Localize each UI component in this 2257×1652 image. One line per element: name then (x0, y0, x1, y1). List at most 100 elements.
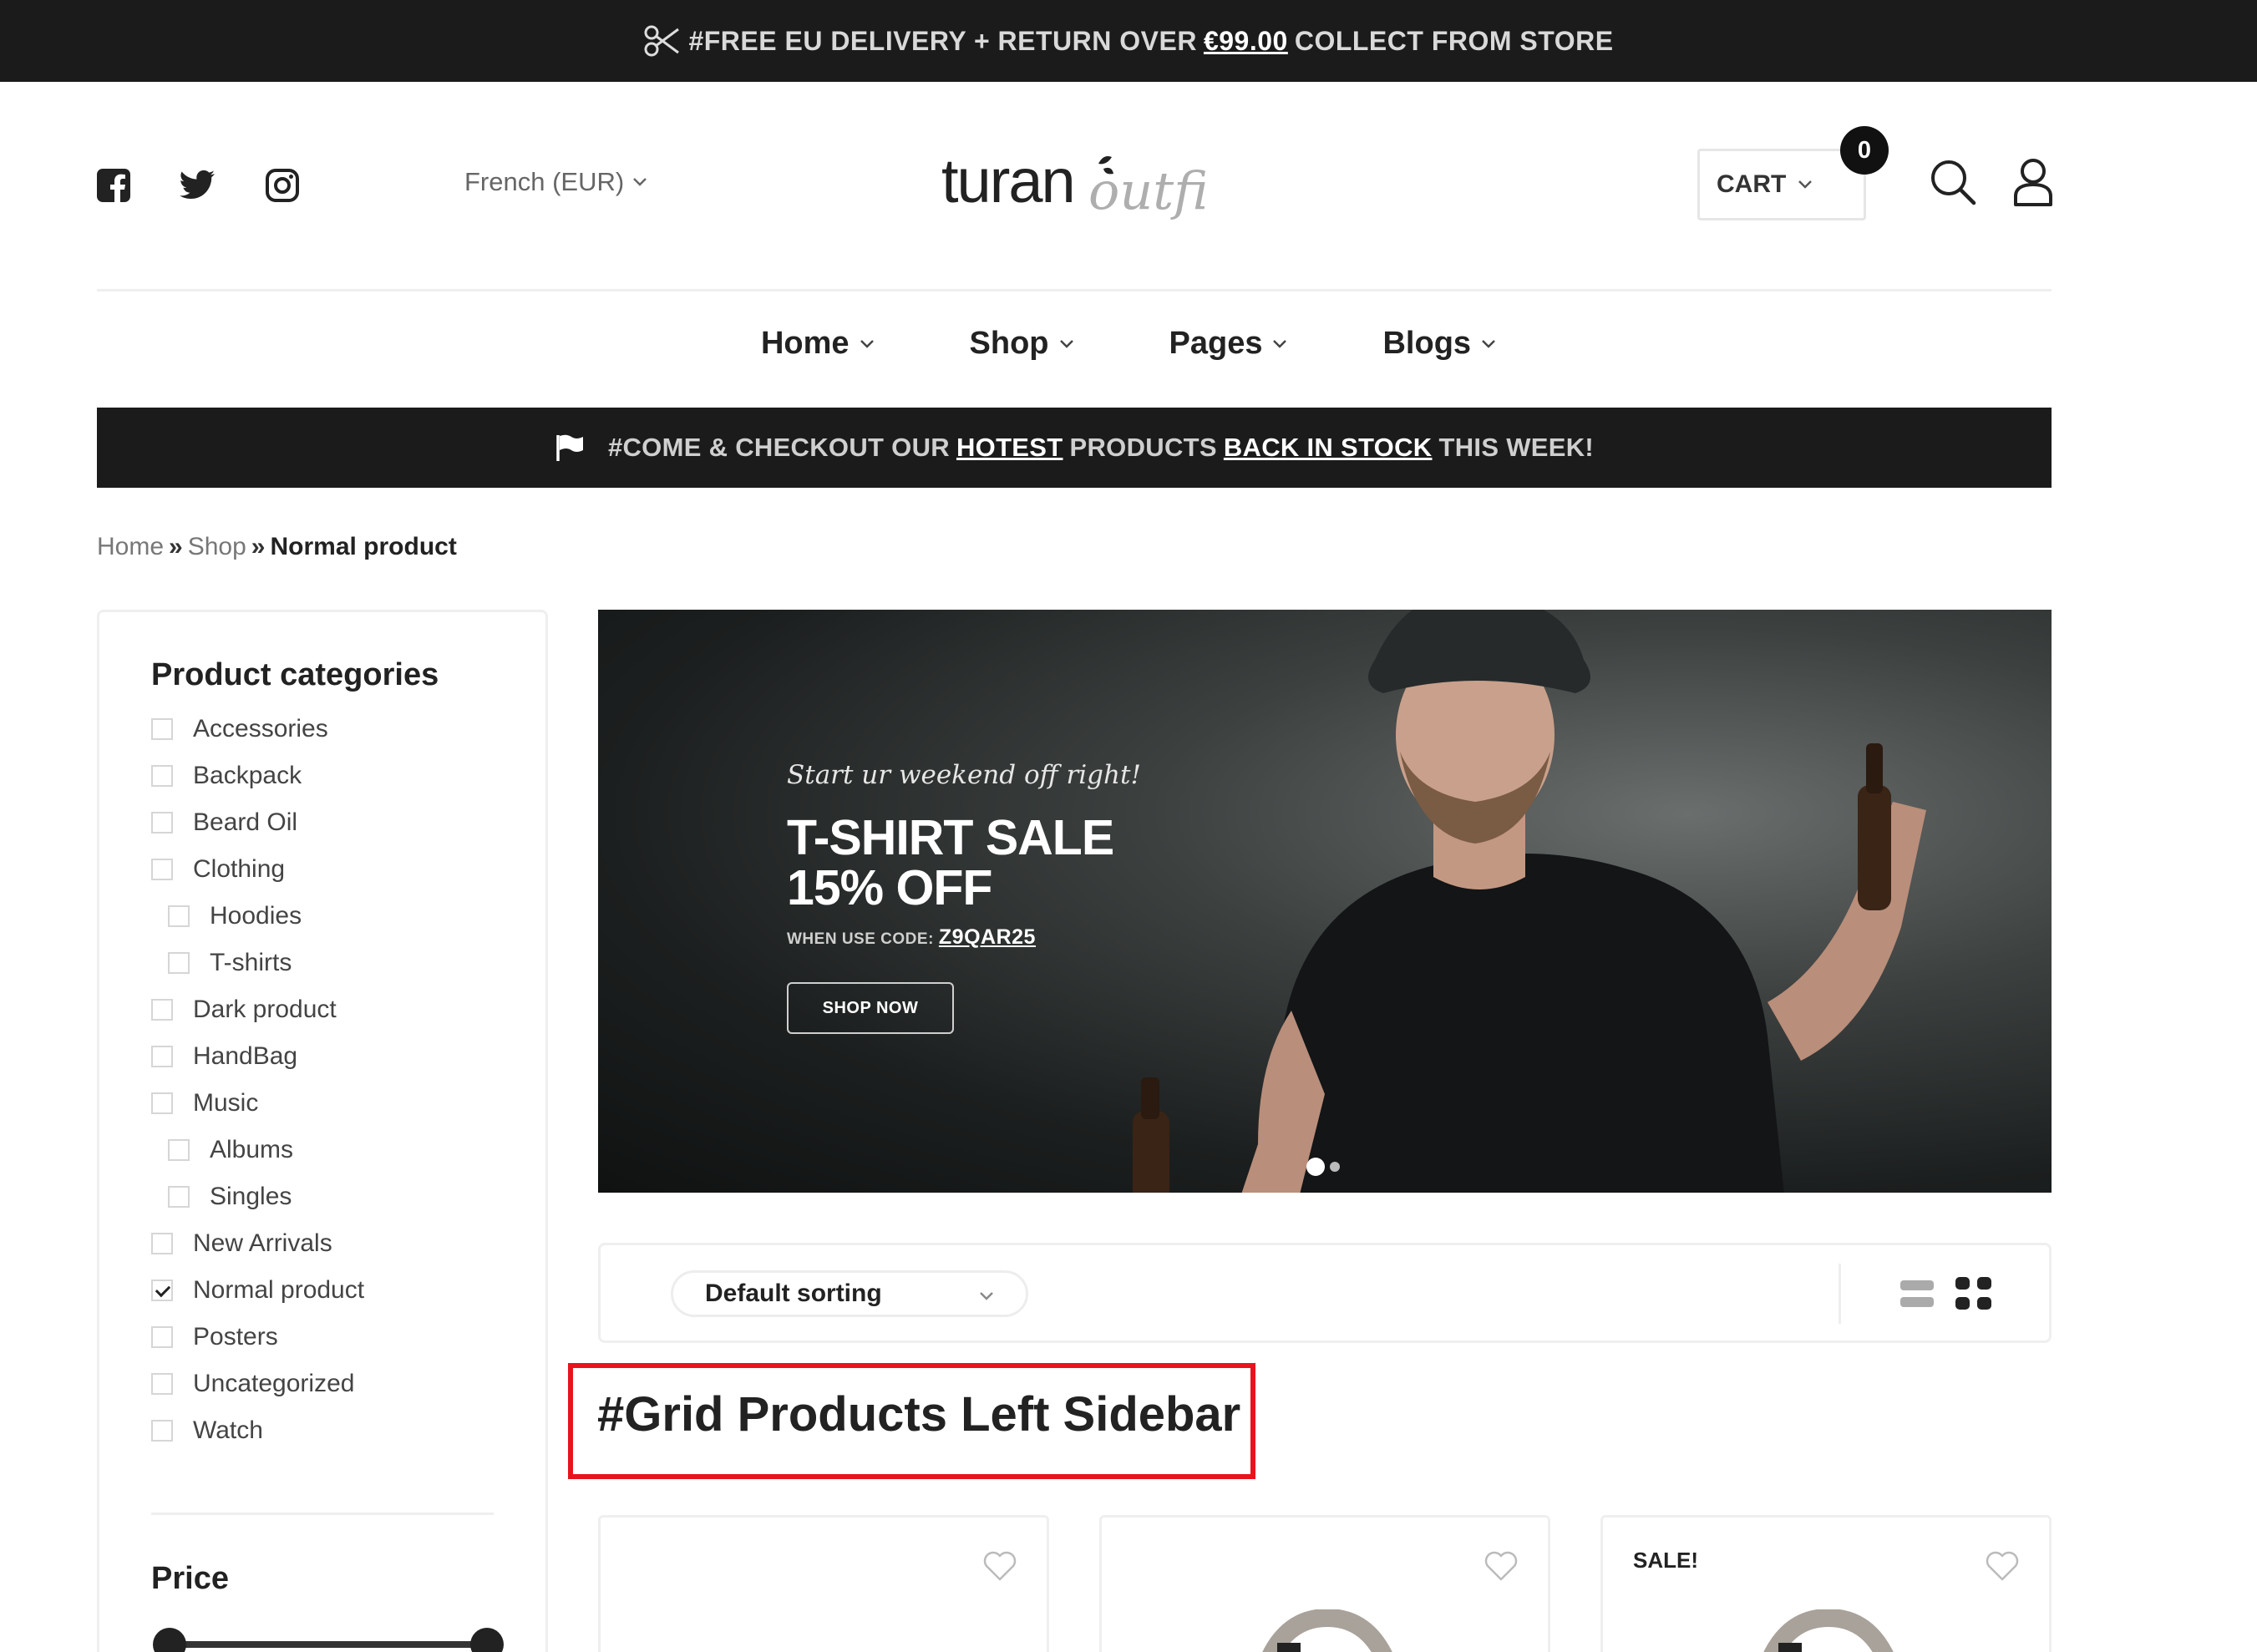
category-item[interactable]: Uncategorized (151, 1361, 364, 1407)
breadcrumb-link-shop[interactable]: Shop (188, 533, 246, 561)
chevron-down-icon (1798, 180, 1813, 189)
category-label: Uncategorized (193, 1370, 355, 1397)
checkbox[interactable] (151, 859, 173, 880)
chevron-down-icon (980, 1292, 993, 1300)
category-label: Posters (193, 1323, 278, 1350)
category-item[interactable]: Albums (151, 1127, 364, 1173)
cart-button[interactable]: CART (1697, 149, 1866, 220)
product-image (1763, 1609, 1894, 1652)
checkbox[interactable] (151, 765, 173, 787)
checkbox[interactable] (151, 812, 173, 834)
category-label: HandBag (193, 1042, 298, 1070)
search-icon[interactable] (1928, 155, 1978, 209)
breadcrumb-link-home[interactable]: Home (97, 533, 164, 561)
list-view-icon[interactable] (1900, 1279, 1934, 1309)
user-icon[interactable] (2008, 155, 2058, 209)
breadcrumb-separator: » (251, 533, 266, 560)
coupon-code[interactable]: Z9QAR25 (939, 925, 1036, 950)
checkbox[interactable] (151, 1420, 173, 1442)
category-label: Beard Oil (193, 808, 298, 836)
category-label: Dark product (193, 996, 337, 1023)
nav-item-shop[interactable]: Shop (970, 326, 1074, 362)
filter-sidebar: Product categories Accessories Backpack Be… (97, 610, 548, 1652)
category-label: Albums (210, 1136, 294, 1163)
main-navigation: Home Shop Pages Blogs (0, 326, 2257, 362)
heart-icon[interactable] (1986, 1551, 2019, 1581)
category-item[interactable]: T-shirts (151, 940, 364, 986)
category-item[interactable]: Singles (151, 1173, 364, 1220)
heart-icon[interactable] (1484, 1551, 1518, 1581)
nav-item-label: Shop (969, 326, 1049, 361)
promo-text: #COME & CHECKOUT OUR (607, 433, 950, 462)
hero-title-line1: T-SHIRT SALE (787, 810, 1114, 865)
product-card[interactable]: SALE! (1600, 1515, 2052, 1652)
category-item[interactable]: Beard Oil (151, 799, 364, 846)
hotest-link[interactable]: HOTEST (956, 433, 1063, 463)
promo-bar: #COME & CHECKOUT OUR HOTEST PRODUCTS BAC… (97, 408, 2052, 488)
hero-title: T-SHIRT SALE 15% OFF (787, 810, 1114, 913)
categories-title: Product categories (151, 657, 439, 692)
checkbox[interactable] (151, 999, 173, 1021)
checkbox[interactable] (151, 1373, 173, 1395)
category-item[interactable]: New Arrivals (151, 1220, 364, 1267)
category-item[interactable]: HandBag (151, 1033, 364, 1080)
category-item[interactable]: Hoodies (151, 893, 364, 940)
checkbox[interactable] (151, 1092, 173, 1114)
facebook-icon[interactable] (94, 165, 134, 205)
slider-dot[interactable] (1330, 1162, 1340, 1172)
instagram-icon[interactable] (262, 165, 302, 205)
category-item[interactable]: Accessories (151, 706, 364, 753)
slider-dot-active[interactable] (1306, 1158, 1325, 1176)
grid-view-icon[interactable] (1955, 1277, 1992, 1310)
category-item[interactable]: Backpack (151, 753, 364, 799)
price-min-handle[interactable] (153, 1628, 186, 1652)
checkbox-checked[interactable] (151, 1280, 173, 1301)
category-item[interactable]: Posters (151, 1314, 364, 1361)
nav-item-home[interactable]: Home (761, 326, 875, 362)
category-item[interactable]: Clothing (151, 846, 364, 893)
category-list: Accessories Backpack Beard Oil Clothing Hood… (151, 706, 364, 1454)
category-label: Hoodies (210, 902, 302, 930)
sorting-value: Default sorting (705, 1280, 882, 1307)
breadcrumb: Home » Shop » Normal product (97, 533, 457, 561)
checkbox[interactable] (151, 1233, 173, 1254)
sidebar-divider (151, 1513, 494, 1515)
checkbox[interactable] (151, 1046, 173, 1067)
sorting-select[interactable]: Default sorting (671, 1270, 1028, 1317)
heart-icon[interactable] (983, 1551, 1017, 1581)
checkbox[interactable] (168, 1139, 190, 1161)
cart-label: CART (1717, 170, 1787, 198)
chevron-down-icon (860, 339, 874, 348)
announcement-text: #FREE EU DELIVERY + RETURN OVER (688, 25, 1197, 56)
product-card[interactable] (1099, 1515, 1550, 1652)
product-card[interactable] (598, 1515, 1049, 1652)
nav-item-pages[interactable]: Pages (1169, 326, 1288, 362)
twitter-icon[interactable] (177, 165, 217, 205)
announcement-bar: #FREE EU DELIVERY + RETURN OVER €99.00 C… (0, 0, 2257, 82)
category-item[interactable]: Music (151, 1080, 364, 1127)
nav-item-label: Blogs (1382, 326, 1472, 361)
coupon-label: WHEN USE CODE: (787, 930, 934, 948)
free-delivery-amount-link[interactable]: €99.00 (1204, 26, 1288, 57)
currency-selector[interactable]: French (EUR) (464, 167, 647, 197)
checkbox[interactable] (168, 952, 190, 974)
category-item[interactable]: Dark product (151, 986, 364, 1033)
nav-item-blogs[interactable]: Blogs (1382, 326, 1496, 362)
category-label: Watch (193, 1416, 263, 1444)
category-label: New Arrivals (193, 1229, 332, 1257)
currency-label: French (EUR) (464, 167, 625, 196)
logo-text-main: turan (941, 146, 1074, 215)
hero-coupon: WHEN USE CODE: Z9QAR25 (787, 925, 1036, 950)
checkbox[interactable] (151, 718, 173, 740)
category-item[interactable]: Normal product (151, 1267, 364, 1314)
checkbox[interactable] (168, 905, 190, 927)
checkbox[interactable] (151, 1326, 173, 1348)
checkbox[interactable] (168, 1186, 190, 1208)
price-max-handle[interactable] (470, 1628, 504, 1652)
back-in-stock-link[interactable]: BACK IN STOCK (1224, 433, 1433, 463)
category-item[interactable]: Watch (151, 1407, 364, 1454)
chevron-down-icon (1273, 339, 1287, 348)
shop-now-button[interactable]: SHOP NOW (787, 982, 954, 1034)
price-range-track[interactable] (168, 1641, 485, 1648)
site-logo[interactable]: turan outfit (940, 144, 1230, 227)
